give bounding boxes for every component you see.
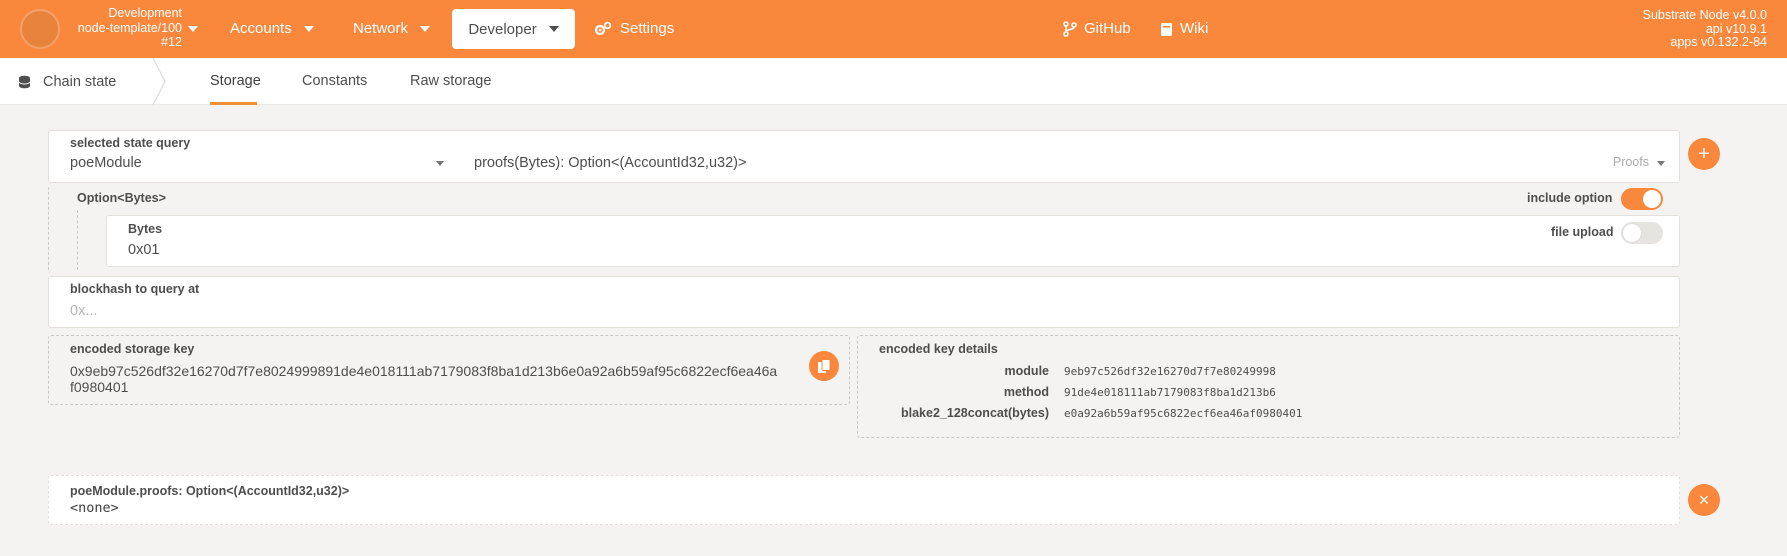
nav-accounts-label: Accounts: [230, 20, 292, 37]
nav-settings-label: Settings: [620, 20, 675, 37]
tab-constants[interactable]: Constants: [302, 58, 367, 105]
node-version: Substrate Node v4.0.0: [1642, 8, 1767, 22]
file-upload-label: file upload: [1551, 225, 1614, 239]
nav-wiki-label: Wiki: [1180, 20, 1209, 37]
bytes-label: Bytes: [128, 222, 163, 236]
nav-network-label: Network: [353, 20, 409, 37]
nesting-line: [77, 210, 78, 270]
top-navbar: Development node-template/100 #12 Accoun…: [0, 0, 1787, 58]
chevron-down-icon: [548, 26, 559, 32]
code-branch-icon: [1063, 21, 1077, 37]
close-icon: ×: [1698, 490, 1710, 510]
apps-version: apps v0.132.2-84: [1670, 35, 1767, 49]
toggle-knob: [1643, 190, 1661, 208]
chain-logo[interactable]: [20, 9, 60, 49]
blockhash-label: blockhash to query at: [70, 282, 200, 296]
include-option-toggle[interactable]: [1621, 188, 1663, 210]
details-label: encoded key details: [879, 342, 998, 356]
method-doc: Proofs: [1612, 155, 1649, 169]
plus-icon: +: [1698, 143, 1710, 165]
sub-navbar: Chain state Storage Constants Raw storag…: [0, 58, 1787, 105]
chain-selector[interactable]: Development node-template/100 #12: [70, 6, 198, 50]
blockhash-input[interactable]: blockhash to query at 0x...: [48, 276, 1680, 328]
tab-raw-storage[interactable]: Raw storage: [410, 58, 491, 105]
bytes-input[interactable]: Bytes 0x01 file upload: [106, 215, 1680, 267]
database-icon: [18, 75, 31, 88]
detail-module-label: module: [1004, 364, 1049, 378]
encoded-key-box: encoded storage key 0x9eb97c526df32e1627…: [48, 335, 850, 405]
tab-storage[interactable]: Storage: [210, 58, 261, 105]
module-value: poeModule: [70, 155, 142, 171]
copy-icon: [818, 358, 831, 373]
result-title: poeModule.proofs: Option<(AccountId32,u3…: [70, 484, 350, 498]
runtime-version: node-template/100: [77, 20, 182, 35]
encoded-key-details: encoded key details module 9eb97c526df32…: [857, 335, 1680, 438]
result-value: <none>: [70, 500, 119, 516]
detail-method-label: method: [1003, 385, 1049, 399]
chain-name: Development: [108, 6, 182, 20]
module-dropdown[interactable]: poeModule: [49, 149, 454, 183]
encoded-key-value[interactable]: 0x9eb97c526df32e16270d7f7e8024999891de4e…: [70, 363, 815, 395]
section-title: Chain state: [43, 73, 117, 90]
method-dropdown[interactable]: proofs(Bytes): Option<(AccountId32,u32)>…: [454, 149, 1679, 183]
nav-network[interactable]: Network: [353, 0, 431, 58]
detail-hasher-label: blake2_128concat(bytes): [901, 406, 1049, 420]
active-tab-indicator: [210, 102, 257, 105]
nav-wiki[interactable]: Wiki: [1160, 0, 1208, 58]
breadcrumb-separator: [152, 58, 166, 105]
query-selector: selected state query poeModule proofs(By…: [48, 130, 1680, 183]
copy-button[interactable]: [809, 351, 839, 381]
chevron-down-icon: [1657, 161, 1665, 166]
bytes-value: 0x01: [128, 242, 160, 258]
toggle-knob: [1623, 224, 1641, 242]
chevron-down-icon: [188, 26, 198, 32]
remove-result-button[interactable]: ×: [1688, 484, 1720, 516]
option-label: Option<Bytes>: [77, 191, 166, 205]
version-info: Substrate Node v4.0.0 api v10.9.1 apps v…: [1642, 8, 1767, 50]
api-version: api v10.9.1: [1705, 21, 1767, 36]
encoded-key-line1: 0x9eb97c526df32e16270d7f7e8024999891de4e…: [70, 363, 778, 379]
chevron-down-icon: [420, 26, 431, 32]
book-icon: [1161, 22, 1172, 36]
file-upload-toggle[interactable]: [1621, 222, 1663, 244]
method-value: proofs(Bytes): Option<(AccountId32,u32)>: [474, 155, 747, 171]
nav-settings[interactable]: Settings: [594, 0, 674, 58]
add-query-button[interactable]: +: [1688, 138, 1720, 170]
include-option-label: include option: [1527, 191, 1613, 205]
nav-accounts[interactable]: Accounts: [230, 0, 314, 58]
query-result: poeModule.proofs: Option<(AccountId32,u3…: [48, 475, 1680, 525]
section-chain-state: Chain state: [18, 58, 116, 105]
best-block: #12: [161, 35, 182, 49]
chevron-down-icon: [303, 26, 314, 32]
query-label: selected state query: [70, 136, 191, 150]
detail-method-value: 91de4e018111ab7179083f8ba1d213b6: [1064, 386, 1276, 399]
nav-github-label: GitHub: [1084, 20, 1131, 37]
detail-hasher-value: e0a92a6b59af95c6822ecf6ea46af0980401: [1064, 407, 1303, 420]
gears-icon: [594, 21, 612, 36]
detail-module-value: 9eb97c526df32e16270d7f7e80249998: [1064, 365, 1276, 378]
blockhash-placeholder: 0x...: [70, 303, 98, 319]
nav-github[interactable]: GitHub: [1063, 0, 1131, 58]
encoded-key-line2: f0980401: [70, 379, 129, 395]
nav-developer-label: Developer: [468, 20, 537, 38]
nav-developer[interactable]: Developer: [452, 9, 575, 49]
encoded-key-label: encoded storage key: [70, 342, 195, 356]
chevron-down-icon: [436, 161, 444, 166]
